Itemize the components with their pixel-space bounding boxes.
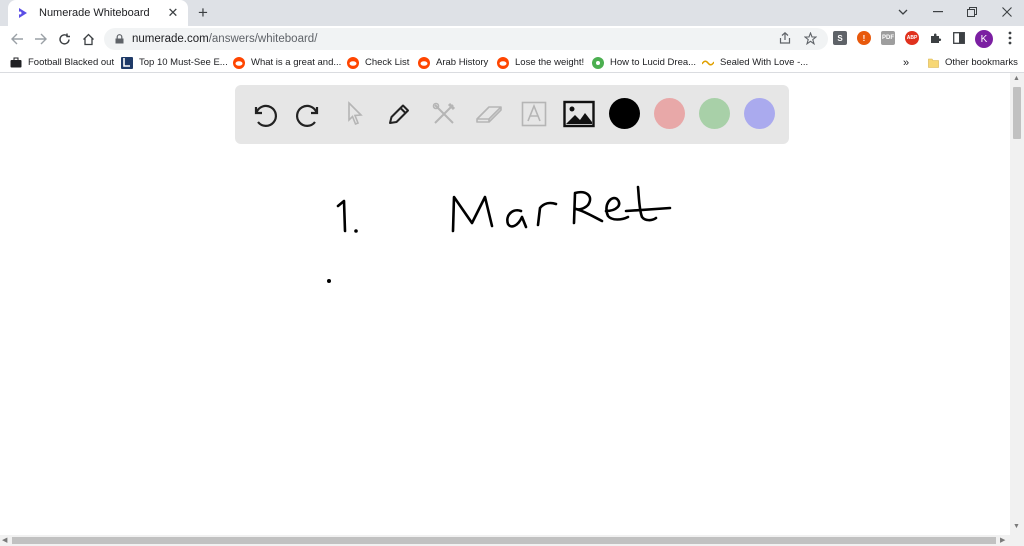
bookmark-label: Check List	[365, 57, 410, 68]
site-icon	[592, 56, 604, 69]
close-tab-icon[interactable]: ✕	[166, 5, 180, 20]
tab-search-button[interactable]	[886, 0, 920, 24]
reload-icon[interactable]	[55, 30, 73, 48]
side-panel-icon[interactable]	[951, 30, 967, 46]
bookmark-item[interactable]: Top 10 Must-See E...	[121, 55, 228, 70]
vertical-scrollbar[interactable]: ▲ ▼	[1010, 73, 1024, 535]
share-icon[interactable]	[777, 30, 793, 46]
handwritten-strokes	[327, 185, 672, 283]
tab-numerade-whiteboard[interactable]: Numerade Whiteboard ✕	[8, 0, 188, 26]
url-path: /answers/whiteboard/	[208, 33, 318, 45]
bookmark-item[interactable]: What is a great and...	[233, 55, 341, 70]
reddit-icon	[347, 56, 359, 69]
whiteboard-canvas[interactable]	[0, 73, 1010, 535]
extension-alert-icon[interactable]: !	[857, 31, 871, 45]
scroll-right-arrow-icon[interactable]: ▶	[1000, 536, 1005, 544]
url-host: numerade.com	[132, 33, 209, 45]
scroll-up-arrow-icon[interactable]: ▲	[1013, 75, 1020, 82]
bookmark-label: Football Blacked out	[28, 57, 115, 68]
lock-icon[interactable]	[114, 34, 124, 44]
horizontal-scroll-thumb[interactable]	[12, 537, 996, 544]
tab-title: Numerade Whiteboard	[39, 7, 150, 19]
horizontal-scrollbar[interactable]: ◀ ▶	[0, 535, 1024, 546]
folder-icon	[927, 57, 939, 69]
bookmark-label: Top 10 Must-See E...	[139, 57, 228, 68]
reddit-icon	[497, 56, 509, 69]
bookmark-item[interactable]: Sealed With Love -...	[702, 55, 808, 70]
minimize-button[interactable]	[921, 0, 955, 24]
other-bookmarks-folder[interactable]: Other bookmarks	[927, 55, 1018, 70]
address-bar[interactable]: numerade.com/answers/whiteboard/	[104, 28, 828, 50]
bookmark-label: Arab History	[436, 57, 489, 68]
reddit-icon	[233, 56, 245, 69]
menu-dots-icon[interactable]	[1002, 30, 1018, 46]
browser-toolbar: numerade.com/answers/whiteboard/ S ! PDF…	[0, 26, 1024, 52]
home-icon[interactable]	[79, 30, 97, 48]
bookmark-item[interactable]: Lose the weight!	[497, 55, 584, 70]
extensions-puzzle-icon[interactable]	[928, 30, 944, 46]
restore-button[interactable]	[955, 0, 989, 24]
briefcase-icon	[10, 57, 22, 69]
back-icon[interactable]	[8, 30, 26, 48]
bookmark-label: How to Lucid Drea...	[610, 57, 697, 68]
bookmark-item[interactable]: Arab History	[418, 55, 488, 70]
tab-strip: Numerade Whiteboard ✕ +	[0, 0, 1024, 26]
adblock-icon[interactable]: ABP	[905, 31, 919, 45]
other-bookmarks-label: Other bookmarks	[945, 57, 1018, 68]
bookmark-item[interactable]: How to Lucid Drea...	[592, 55, 696, 70]
scroll-down-arrow-icon[interactable]: ▼	[1013, 523, 1020, 530]
bookmark-star-icon[interactable]	[802, 30, 818, 46]
profile-avatar[interactable]: K	[975, 30, 993, 48]
vertical-scroll-thumb[interactable]	[1013, 87, 1021, 139]
bookmark-label: Sealed With Love -...	[720, 57, 809, 68]
bookmark-item[interactable]: Football Blacked out	[10, 55, 114, 70]
site-icon	[702, 57, 714, 69]
reddit-icon	[418, 56, 430, 69]
forward-icon[interactable]	[31, 30, 49, 48]
numerade-logo-icon	[16, 6, 30, 20]
bookmark-label: Lose the weight!	[515, 57, 585, 68]
bookmark-item[interactable]: Check List	[347, 55, 409, 70]
new-tab-button[interactable]: +	[193, 3, 213, 23]
site-icon	[121, 56, 133, 69]
close-window-button[interactable]	[990, 0, 1024, 24]
extension-s-icon[interactable]: S	[833, 31, 847, 45]
scroll-left-arrow-icon[interactable]: ◀	[2, 536, 7, 544]
bookmark-label: What is a great and...	[251, 57, 342, 68]
bookmarks-bar: Football Blacked out Top 10 Must-See E..…	[0, 52, 1024, 73]
extension-pdf-icon[interactable]: PDF	[881, 31, 895, 45]
more-bookmarks-chevron-icon[interactable]: »	[903, 55, 909, 70]
